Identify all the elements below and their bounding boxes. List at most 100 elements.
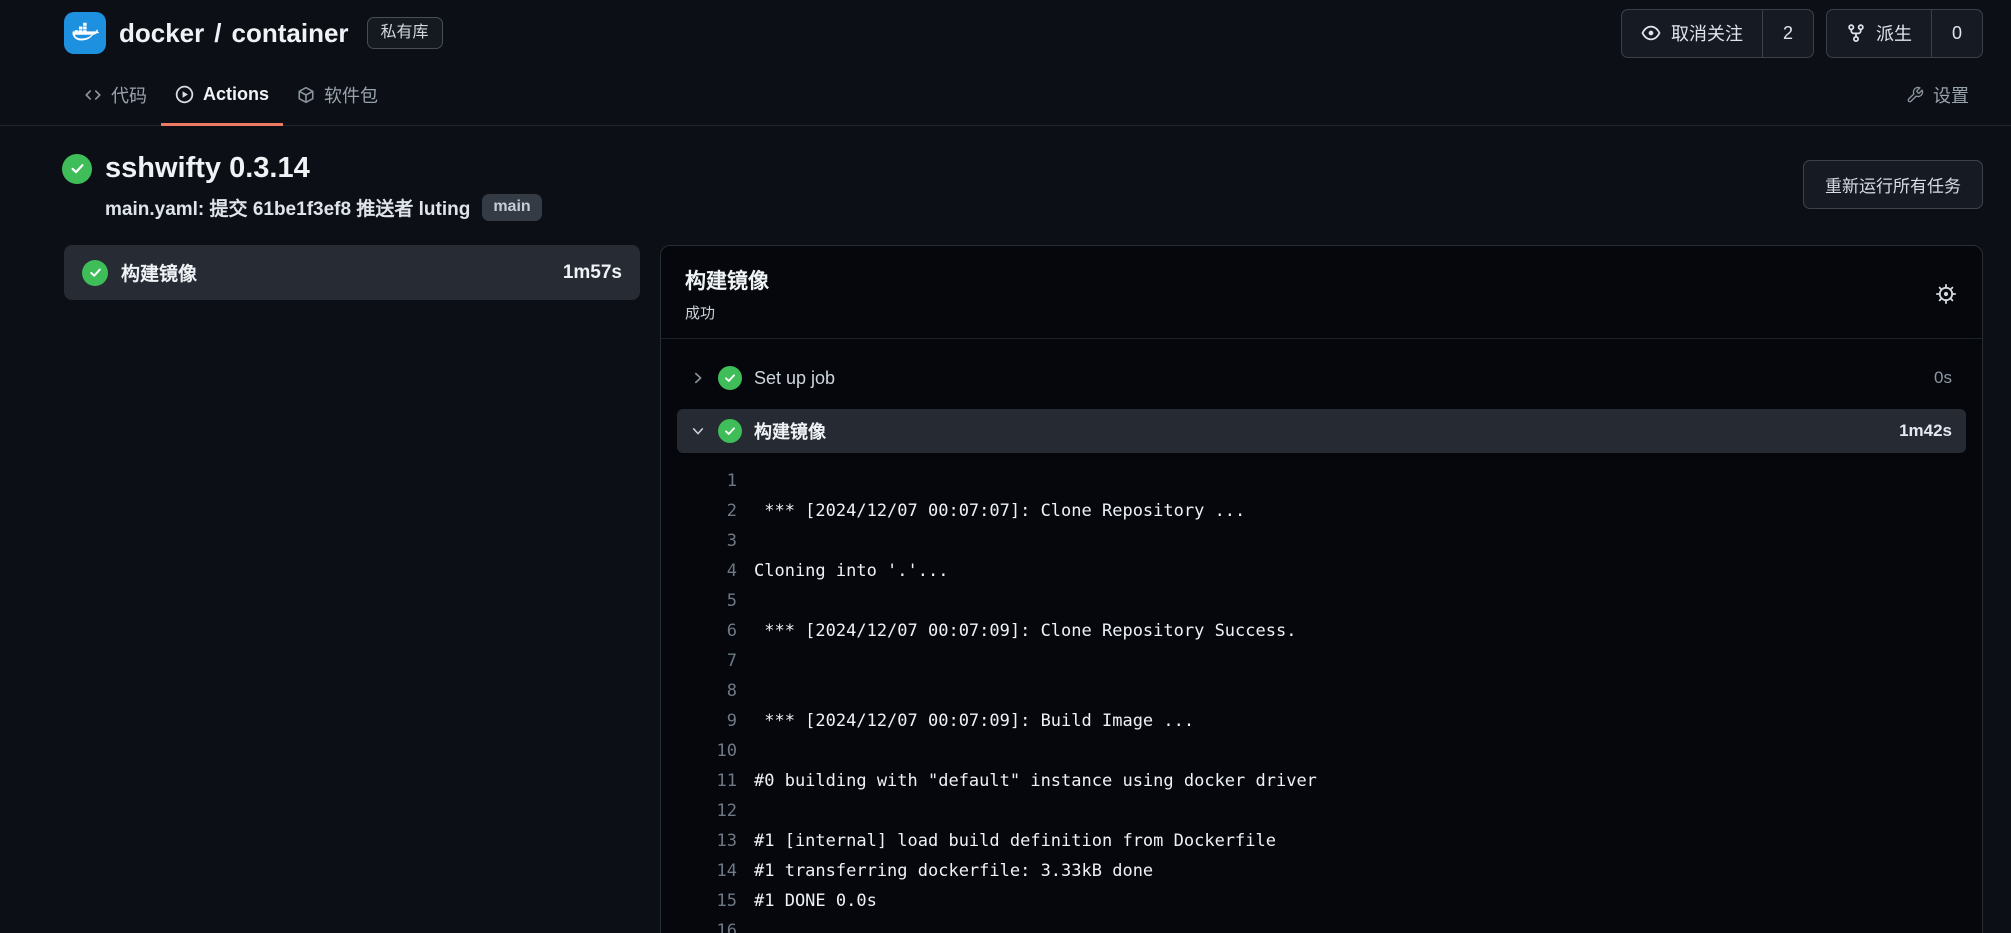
step-label: Set up job [754,368,835,389]
log-line-number[interactable]: 6 [677,616,737,646]
log-line-text: Cloning into '.'... [754,556,948,586]
code-icon [84,86,102,104]
log-line-text: #1 [internal] load build definition from… [754,826,1276,856]
fork-icon [1846,23,1866,43]
log-line[interactable]: 12 [677,796,1966,826]
log-line[interactable]: 3 [677,526,1966,556]
job-name: 构建镜像 [121,259,197,286]
run-content: 构建镜像 1m57s 构建镜像 成功 [0,235,2011,933]
log-line-number[interactable]: 14 [677,856,737,886]
repo-owner-link[interactable]: docker [119,18,204,49]
log-line-text: #1 DONE 0.0s [754,886,877,916]
top-header: docker / container 私有库 取消关注 2 [0,0,2011,66]
step-label: 构建镜像 [754,418,826,444]
log-line-number[interactable]: 2 [677,496,737,526]
run-header-left: sshwifty 0.3.14 main.yaml: 提交 61be1f3ef8… [62,152,542,221]
watch-button[interactable]: 取消关注 2 [1621,9,1814,58]
log-line-number[interactable]: 15 [677,886,737,916]
step-row-setup[interactable]: Set up job 0s [677,356,1966,400]
log-line[interactable]: 16 [677,916,1966,933]
fork-button-label: 派生 [1876,20,1912,46]
log-line-text: *** [2024/12/07 00:07:09]: Clone Reposit… [754,616,1296,646]
log-line-text: #0 building with "default" instance usin… [754,766,1317,796]
log-line[interactable]: 14 #1 transferring dockerfile: 3.33kB do… [677,856,1966,886]
repo-tabbar: 代码 Actions 软件包 [0,66,2011,126]
run-status-check-icon [62,154,92,184]
repo-name-link[interactable]: container [232,18,349,49]
log-line[interactable]: 13 #1 [internal] load build definition f… [677,826,1966,856]
job-panel-header: 构建镜像 成功 [661,246,1982,339]
step-status-check-icon [718,419,742,443]
tab-code-label: 代码 [111,82,147,108]
step-row-build[interactable]: 构建镜像 1m42s [677,409,1966,453]
gear-icon[interactable] [1934,282,1958,306]
log-line-number[interactable]: 7 [677,646,737,676]
breadcrumb-separator: / [214,18,221,49]
step-duration: 1m42s [1899,421,1952,441]
tab-settings[interactable]: 设置 [1892,66,1983,126]
log-line[interactable]: 6 *** [2024/12/07 00:07:09]: Clone Repos… [677,616,1966,646]
job-log-panel: 构建镜像 成功 [660,245,1983,933]
log-line-number[interactable]: 1 [677,466,737,496]
tab-actions[interactable]: Actions [161,66,283,126]
log-line-number[interactable]: 13 [677,826,737,856]
log-line[interactable]: 5 [677,586,1966,616]
job-steps: Set up job 0s 构建镜像 1m42s 1 2 *** [ [661,339,1982,933]
job-panel-status: 成功 [685,302,769,323]
header-actions: 取消关注 2 派生 0 [1621,9,1983,58]
log-line-number[interactable]: 3 [677,526,737,556]
fork-button[interactable]: 派生 0 [1826,9,1983,58]
run-commit-line: main.yaml: 提交 61be1f3ef8 推送者 luting [105,194,470,221]
log-line[interactable]: 4 Cloning into '.'... [677,556,1966,586]
log-line[interactable]: 9 *** [2024/12/07 00:07:09]: Build Image… [677,706,1966,736]
job-duration: 1m57s [563,262,622,284]
log-line-number[interactable]: 4 [677,556,737,586]
log-line-text: *** [2024/12/07 00:07:09]: Build Image .… [754,706,1194,736]
package-icon [297,86,315,104]
log-line-text: #1 transferring dockerfile: 3.33kB done [754,856,1153,886]
run-title: sshwifty 0.3.14 [105,152,310,185]
log-line[interactable]: 8 [677,676,1966,706]
log-lines: 1 2 *** [2024/12/07 00:07:07]: Clone Rep… [677,466,1966,933]
jobs-sidebar: 构建镜像 1m57s [64,245,640,300]
job-status-check-icon [82,260,108,286]
log-line[interactable]: 11 #0 building with "default" instance u… [677,766,1966,796]
step-duration: 0s [1934,368,1952,388]
branch-badge[interactable]: main [482,194,541,220]
log-line[interactable]: 7 [677,646,1966,676]
log-line-number[interactable]: 11 [677,766,737,796]
tab-code[interactable]: 代码 [70,66,161,126]
tab-packages-label: 软件包 [324,82,378,108]
wrench-icon [1906,86,1924,104]
log-line-text: *** [2024/12/07 00:07:07]: Clone Reposit… [754,496,1245,526]
docker-whale-icon [71,19,99,47]
eye-icon [1641,23,1661,43]
log-line[interactable]: 10 [677,736,1966,766]
play-circle-icon [175,85,194,104]
log-line[interactable]: 1 [677,466,1966,496]
repo-breadcrumb: docker / container [119,18,349,49]
log-line[interactable]: 2 *** [2024/12/07 00:07:07]: Clone Repos… [677,496,1966,526]
job-panel-title: 构建镜像 [685,265,769,295]
log-line-number[interactable]: 8 [677,676,737,706]
log-line-number[interactable]: 5 [677,586,737,616]
step-status-check-icon [718,366,742,390]
visibility-badge: 私有库 [367,17,443,48]
run-header: sshwifty 0.3.14 main.yaml: 提交 61be1f3ef8… [0,126,2011,235]
log-line-number[interactable]: 10 [677,736,737,766]
log-line-number[interactable]: 12 [677,796,737,826]
log-line-number[interactable]: 9 [677,706,737,736]
actions-run-page: docker / container 私有库 取消关注 2 [0,0,2011,933]
tab-actions-label: Actions [203,84,269,105]
fork-count[interactable]: 0 [1931,10,1982,57]
rerun-all-jobs-button[interactable]: 重新运行所有任务 [1803,160,1983,209]
log-line[interactable]: 15 #1 DONE 0.0s [677,886,1966,916]
tab-settings-label: 设置 [1933,82,1969,108]
job-list-item[interactable]: 构建镜像 1m57s [64,245,640,300]
repo-avatar[interactable] [64,12,106,54]
watch-count[interactable]: 2 [1762,10,1813,57]
watch-button-label: 取消关注 [1671,20,1743,46]
tab-packages[interactable]: 软件包 [283,66,392,126]
chevron-down-icon [691,424,706,438]
log-line-number[interactable]: 16 [677,916,737,933]
